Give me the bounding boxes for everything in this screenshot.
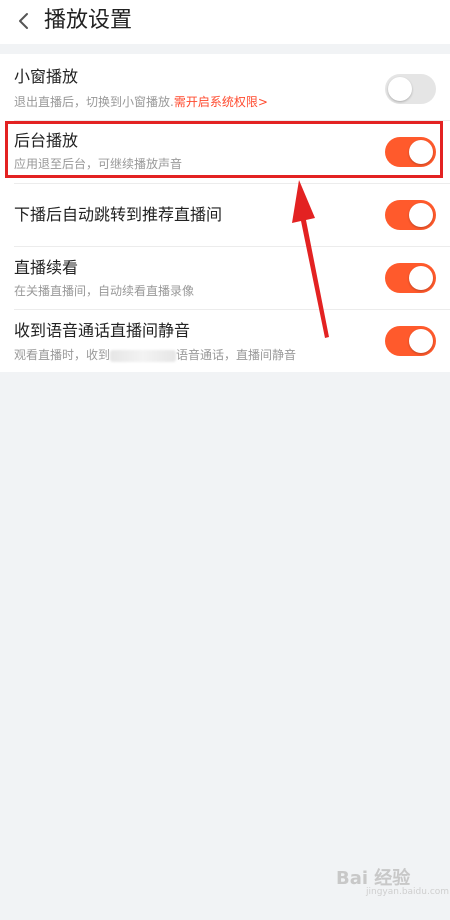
setting-subtitle-suffix: 语音通话，直播间静音 — [176, 348, 297, 362]
setting-title: 收到语音通话直播间静音 — [14, 321, 191, 340]
auto-jump-toggle[interactable] — [385, 200, 436, 230]
top-bar: 播放设置 — [0, 0, 450, 44]
setting-title: 下播后自动跳转到推荐直播间 — [14, 205, 223, 224]
continue-watch-toggle[interactable] — [385, 263, 436, 293]
toggle-knob — [409, 266, 433, 290]
setting-row-voice-call-mute[interactable]: 收到语音通话直播间静音 观看直播时，收到 语音通话，直播间静音 — [0, 310, 450, 372]
setting-row-continue-watch[interactable]: 直播续看 在关播直播间，自动续看直播录像 — [0, 247, 450, 309]
blurred-text — [110, 349, 177, 362]
setting-row-mini-window[interactable]: 小窗播放 退出直播后，切换到小窗播放.需开启系统权限> — [0, 54, 450, 120]
watermark-url: jingyan.baidu.com — [366, 887, 450, 897]
setting-subtitle: 观看直播时，收到 语音通话，直播间静音 — [14, 347, 296, 363]
setting-title: 小窗播放 — [14, 67, 79, 86]
setting-subtitle-prefix: 观看直播时，收到 — [14, 348, 111, 362]
setting-subtitle-text: 退出直播后，切换到小窗播放. — [14, 95, 174, 109]
toggle-knob — [388, 77, 412, 101]
mini-window-toggle[interactable] — [385, 74, 436, 104]
permission-link[interactable]: 需开启系统权限> — [174, 95, 268, 109]
setting-title: 直播续看 — [14, 258, 79, 277]
setting-row-auto-jump[interactable]: 下播后自动跳转到推荐直播间 — [0, 184, 450, 246]
settings-list: 小窗播放 退出直播后，切换到小窗播放.需开启系统权限> 后台播放 应用退至后台，… — [0, 54, 450, 372]
toggle-knob — [409, 203, 433, 227]
toggle-knob — [409, 329, 433, 353]
chevron-left-icon[interactable] — [14, 10, 34, 32]
voice-call-mute-toggle[interactable] — [385, 326, 436, 356]
setting-subtitle: 退出直播后，切换到小窗播放.需开启系统权限> — [14, 94, 268, 110]
setting-subtitle: 在关播直播间，自动续看直播录像 — [14, 284, 195, 298]
page-title: 播放设置 — [44, 8, 133, 33]
highlight-box — [5, 121, 443, 178]
